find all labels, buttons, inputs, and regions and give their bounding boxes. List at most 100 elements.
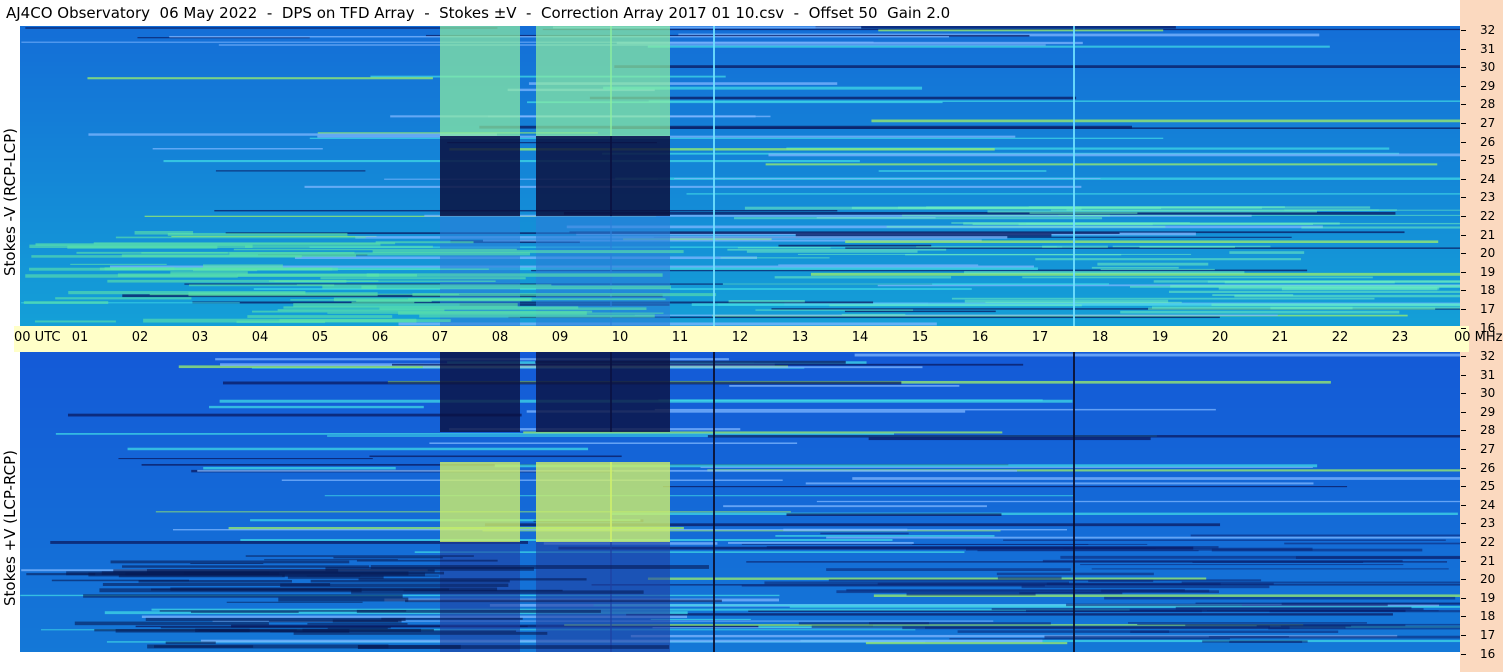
lf-noise: [122, 565, 370, 568]
burst-column-dark: [440, 352, 520, 432]
frequency-tick-label: 29: [1480, 404, 1496, 419]
frequency-tick-label: 16: [1480, 646, 1496, 661]
lf-noise: [957, 630, 1170, 633]
frequency-tick-label: 29: [1480, 78, 1496, 93]
time-tick-label: 22: [1331, 330, 1349, 345]
interference-streak: [805, 482, 1314, 485]
lf-noise: [1120, 310, 1400, 314]
frequency-tick-label: 26: [1480, 134, 1496, 149]
interference-streak: [775, 535, 995, 537]
background-band: [20, 392, 1460, 396]
lf-noise: [1218, 287, 1440, 290]
lf-noise: [746, 250, 918, 253]
interference-streak: [215, 170, 366, 172]
frequency-tick: [1461, 178, 1466, 180]
lf-noise: [1060, 555, 1460, 559]
interference-streak: [324, 495, 1074, 497]
background-band: [20, 488, 1460, 492]
lf-noise: [877, 582, 1274, 585]
lf-noise: [727, 248, 947, 251]
lf-noise: [332, 619, 402, 623]
interference-streak: [429, 442, 798, 445]
lf-noise: [1139, 245, 1235, 248]
lf-noise: [774, 276, 952, 279]
lf-noise: [905, 254, 1122, 256]
interference-streak: [88, 133, 497, 136]
lf-noise: [26, 573, 96, 576]
lf-noise: [728, 300, 805, 303]
lf-noise: [1021, 585, 1270, 589]
frequency-tick: [1461, 290, 1466, 292]
lf-noise: [1080, 564, 1404, 566]
burst-column-dark: [610, 352, 670, 432]
time-tick-label: 23: [1391, 330, 1409, 345]
burst-column-dark: [536, 352, 612, 432]
lf-noise: [1270, 306, 1353, 310]
lf-noise: [160, 626, 391, 629]
lf-noise: [361, 285, 672, 290]
frequency-tick-label: 21: [1480, 227, 1496, 242]
frequency-tick: [1461, 327, 1466, 329]
background-band: [20, 516, 1460, 520]
lf-noise: [165, 641, 216, 645]
lf-noise: [51, 579, 189, 582]
frequency-tick: [1461, 216, 1466, 217]
background-band: [20, 420, 1460, 424]
burst-column-dark: [536, 136, 612, 216]
frequency-tick: [1461, 271, 1466, 273]
frequency-tick: [1461, 616, 1466, 618]
frequency-tick: [1461, 579, 1466, 581]
interference-streak: [778, 264, 979, 266]
interference-streak: [844, 310, 996, 313]
lf-noise: [146, 569, 339, 573]
interference-streak: [225, 232, 1120, 235]
interference-streak: [768, 153, 1460, 157]
interference-streak: [647, 45, 1330, 48]
background-band: [20, 496, 1460, 500]
frequency-tick: [1461, 104, 1466, 106]
frequency-tick-label: 28: [1480, 97, 1496, 112]
lf-noise: [1207, 280, 1460, 283]
interference-streak: [728, 541, 914, 544]
interference-streak: [611, 512, 1458, 515]
frequency-tick: [1461, 449, 1466, 450]
time-tick-label: 08: [491, 330, 509, 345]
interference-streak: [118, 458, 373, 460]
bottom-panel-ylabel: Stokes +V (LCP-RCP): [1, 450, 19, 606]
lf-noise: [25, 274, 238, 278]
time-tick-label: 16: [971, 330, 989, 345]
background-band: [20, 456, 1460, 460]
lf-noise: [268, 280, 379, 282]
lf-noise: [720, 257, 830, 259]
lf-noise: [1175, 606, 1412, 610]
frequency-tick: [1461, 411, 1466, 413]
lf-noise: [236, 320, 326, 324]
lf-noise: [1025, 609, 1202, 613]
lf-noise: [987, 210, 1317, 213]
frequency-tick: [1461, 309, 1466, 310]
frequency-tick-label: 20: [1480, 246, 1496, 261]
burst-column-bright: [440, 462, 520, 542]
frequency-tick-label: 30: [1480, 386, 1496, 401]
frequency-tick-label: 21: [1480, 553, 1496, 568]
lf-noise: [1100, 268, 1215, 271]
frequency-tick-label: 30: [1480, 60, 1496, 75]
frequency-tick: [1461, 356, 1466, 357]
time-tick-label: 15: [911, 330, 929, 345]
lf-noise: [70, 263, 167, 265]
lf-noise: [1211, 303, 1460, 306]
burst-column-dark: [440, 136, 520, 216]
lf-noise: [327, 312, 664, 314]
lf-noise: [202, 264, 283, 268]
background-band: [20, 484, 1460, 488]
lf-noise: [868, 622, 930, 625]
time-tick-label: 12: [731, 330, 749, 345]
background-band: [20, 424, 1460, 428]
interference-streak: [626, 613, 1393, 616]
lf-noise: [159, 610, 407, 612]
spectrogram-bottom-svg: [20, 352, 1460, 652]
interference-streak: [25, 27, 498, 29]
time-tick-label: 19: [1151, 330, 1169, 345]
interference-streak: [648, 100, 1460, 102]
lf-noise: [1234, 294, 1460, 298]
